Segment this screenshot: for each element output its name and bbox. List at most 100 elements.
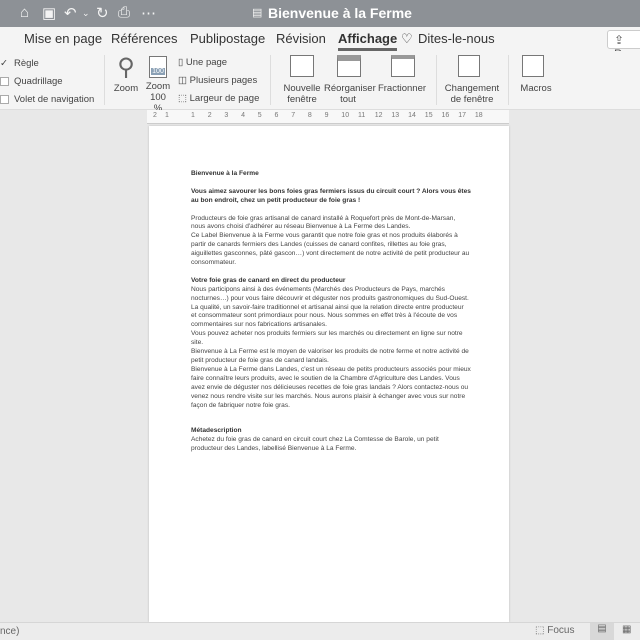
doc-paragraph: Bienvenue à La Ferme dans Landes, c'est … bbox=[191, 365, 471, 409]
zoom-100-button[interactable]: 100 Zoom 100 % bbox=[143, 56, 173, 114]
checkbox-box bbox=[0, 76, 9, 86]
one-page-button[interactable]: ▯ Une page bbox=[178, 57, 227, 68]
tab-references[interactable]: Références bbox=[111, 31, 177, 46]
title-bar: ⌂ ▣ ↶ ⌄ ↻ ⎙ ⋯ ▤ Bienvenue à la Ferme bbox=[0, 0, 640, 27]
divider bbox=[436, 55, 437, 105]
ruler-tick-label: 18 bbox=[474, 112, 483, 119]
document-body: Bienvenue à la Ferme Vous aimez savourer… bbox=[191, 170, 471, 463]
checkbox-volet-navigation[interactable]: Volet de navigation bbox=[0, 94, 94, 105]
ruler-tick-label: 16 bbox=[441, 112, 450, 119]
home-icon[interactable]: ⌂ bbox=[20, 4, 29, 21]
new-window-icon bbox=[290, 55, 314, 77]
magnifier-icon: ⚲ bbox=[117, 54, 135, 81]
ruler-tick-label: 12 bbox=[374, 112, 383, 119]
tab-publipostage[interactable]: Publipostage bbox=[190, 31, 265, 46]
checkbox-regle[interactable]: ✓ Règle bbox=[0, 58, 39, 69]
ruler-tick-label: 2 bbox=[207, 112, 212, 119]
doc-title: Bienvenue à la Ferme bbox=[191, 170, 259, 177]
focus-icon: ⬚ bbox=[535, 625, 548, 636]
undo-icon[interactable]: ↶ bbox=[64, 4, 77, 22]
ruler-tick-label: 7 bbox=[291, 112, 296, 119]
ribbon-tabs: Mise en page Références Publipostage Rév… bbox=[0, 27, 640, 61]
zoom-100-icon: 100 bbox=[149, 56, 167, 78]
macros-icon bbox=[522, 55, 544, 77]
zoom-button[interactable]: ⚲ Zoom bbox=[112, 53, 140, 94]
status-language[interactable]: nce) bbox=[0, 626, 19, 637]
ruler-tick-label: 6 bbox=[274, 112, 279, 119]
divider bbox=[104, 55, 105, 105]
doc-paragraph: Vous pouvez acheter nos produits fermier… bbox=[191, 330, 463, 347]
ruler-tick-label: 3 bbox=[224, 112, 229, 119]
tab-revision[interactable]: Révision bbox=[276, 31, 326, 46]
new-window-label: Nouvelle fenêtre bbox=[283, 83, 321, 105]
switch-windows-icon bbox=[458, 55, 480, 77]
checkmark-icon: ✓ bbox=[0, 58, 8, 69]
doc-intro: Vous aimez savourer les bons foies gras … bbox=[191, 187, 471, 204]
share-button[interactable]: ⇪ Pa bbox=[607, 30, 640, 61]
doc-paragraph: Ce Label Bienvenue à la Ferme vous garan… bbox=[191, 232, 470, 267]
macros-label: Macros bbox=[520, 83, 552, 94]
checkbox-label: Volet de navigation bbox=[14, 94, 95, 105]
arrange-all-label: Réorganiser tout bbox=[324, 83, 376, 105]
window-title: Bienvenue à la Ferme bbox=[268, 5, 412, 21]
doc-paragraph: Bienvenue à La Ferme est le moyen de val… bbox=[191, 348, 469, 364]
arrange-all-icon bbox=[337, 55, 361, 77]
divider bbox=[508, 55, 509, 105]
print-layout-view-button[interactable]: ▤ bbox=[590, 623, 614, 640]
horizontal-ruler[interactable]: 2 1 1 2 3 4 5 6 7 8 9 10 11 12 13 14 15 16 17 18 bbox=[147, 110, 509, 124]
lightbulb-icon: ♡ bbox=[401, 31, 413, 46]
ruler-tick-label: 1 bbox=[165, 112, 169, 119]
ruler-tick-label: 13 bbox=[391, 112, 400, 119]
new-window-button[interactable]: Nouvelle fenêtre bbox=[282, 55, 322, 105]
ruler-tick-label: 9 bbox=[324, 112, 329, 119]
print-icon[interactable]: ⎙ bbox=[118, 4, 130, 21]
tab-mise-en-page[interactable]: Mise en page bbox=[24, 31, 102, 46]
share-icon: ⇪ bbox=[614, 33, 625, 47]
tab-dites-le-nous[interactable]: Dites-le-nous bbox=[418, 31, 495, 46]
split-icon bbox=[391, 55, 415, 77]
checkbox-label: Règle bbox=[13, 58, 39, 69]
save-icon[interactable]: ▣ bbox=[42, 4, 56, 22]
page-width-button[interactable]: ⬚ Largeur de page bbox=[178, 93, 259, 104]
ruler-tick-label: 15 bbox=[424, 112, 433, 119]
doc-heading: Votre foie gras de canard en direct du p… bbox=[191, 276, 346, 284]
switch-windows-button[interactable]: Changement de fenêtre bbox=[442, 55, 502, 105]
ruler-tick-label: 17 bbox=[458, 112, 466, 119]
arrange-all-button[interactable]: Réorganiser tout bbox=[324, 55, 376, 105]
checkbox-box bbox=[0, 94, 9, 104]
pages-icon: ◫ bbox=[178, 75, 190, 86]
ruler-tick-label: 11 bbox=[358, 112, 366, 119]
undo-dropdown-icon[interactable]: ⌄ bbox=[82, 8, 90, 19]
page-icon: ▯ bbox=[178, 57, 186, 68]
divider bbox=[270, 55, 271, 105]
switch-windows-label: Changement de fenêtre bbox=[444, 83, 500, 105]
document-icon: ▤ bbox=[252, 7, 263, 19]
ruler-tick-label: 14 bbox=[408, 112, 416, 119]
ruler-tick-label: 4 bbox=[241, 112, 245, 119]
macros-button[interactable]: Macros bbox=[518, 55, 554, 94]
zoom-label: Zoom bbox=[113, 83, 139, 94]
doc-heading: Métadescription bbox=[191, 427, 242, 435]
page-width-icon: ⬚ bbox=[178, 93, 190, 104]
checkbox-quadrillage[interactable]: Quadrillage bbox=[0, 76, 63, 87]
multiple-pages-button[interactable]: ◫ Plusieurs pages bbox=[178, 75, 257, 86]
ruler-tick-label: 10 bbox=[341, 112, 350, 119]
web-layout-view-button[interactable]: ▦ bbox=[622, 624, 631, 635]
more-icon[interactable]: ⋯ bbox=[141, 4, 156, 22]
ruler-tick-label: 1 bbox=[191, 112, 195, 119]
doc-paragraph: Nous participons ainsi à des événements … bbox=[191, 285, 469, 329]
ruler-tick-label: 8 bbox=[307, 112, 312, 119]
focus-button[interactable]: ⬚ Focus bbox=[535, 625, 574, 636]
ruler-tick-label: 5 bbox=[257, 112, 262, 119]
tab-affichage[interactable]: Affichage bbox=[338, 31, 398, 51]
status-bar: nce) ⬚ Focus ▤ ▦ bbox=[0, 622, 640, 640]
ribbon: ✓ Règle Quadrillage Volet de navigation ⚲… bbox=[0, 51, 640, 114]
redo-icon[interactable]: ↻ bbox=[96, 4, 109, 22]
split-button[interactable]: Fractionner bbox=[377, 55, 427, 94]
doc-paragraph: Producteurs de foie gras artisanal de ca… bbox=[191, 214, 456, 231]
ruler-tick-label: 2 bbox=[153, 112, 157, 119]
checkbox-label: Quadrillage bbox=[14, 76, 63, 87]
doc-paragraph: Achetez du foie gras de canard en circui… bbox=[191, 436, 439, 453]
document-page[interactable]: Bienvenue à la Ferme Vous aimez savourer… bbox=[149, 126, 509, 622]
split-label: Fractionner bbox=[377, 83, 427, 94]
